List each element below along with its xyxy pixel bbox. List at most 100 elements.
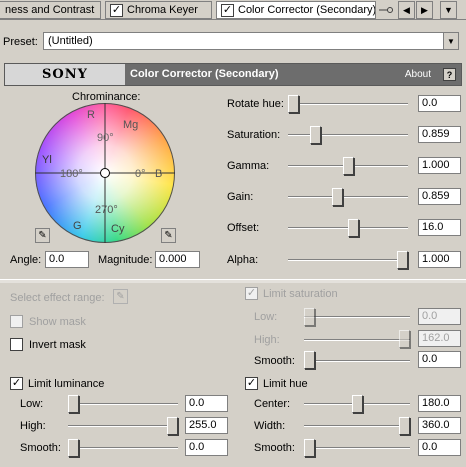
tab-enable-checkbox[interactable]: ✓ xyxy=(110,3,123,17)
offset-label: Offset: xyxy=(227,222,260,234)
sat-high-label: High: xyxy=(254,334,280,346)
limit-hue-option[interactable]: ✓ Limit hue xyxy=(245,377,308,390)
rotate-hue-input[interactable]: 0.0 xyxy=(418,95,461,112)
magnitude-input[interactable]: 0.000 xyxy=(155,251,200,268)
alpha-slider[interactable] xyxy=(397,251,408,269)
help-icon[interactable]: ? xyxy=(443,68,456,81)
lum-high-slider[interactable] xyxy=(167,417,178,435)
hue-smooth-slider[interactable] xyxy=(304,439,315,457)
effect-range-label: Select effect range: xyxy=(10,292,105,304)
limit-luminance-option[interactable]: ✓ Limit luminance xyxy=(10,377,104,390)
eyedropper-icon[interactable]: ✎ xyxy=(161,228,176,243)
lum-high-label: High: xyxy=(20,420,46,432)
limit-hue-label: Limit hue xyxy=(263,377,308,390)
hue-smooth-label: Smooth: xyxy=(254,442,295,454)
section-divider xyxy=(0,279,466,283)
gain-label: Gain: xyxy=(227,191,254,203)
offset-slider[interactable] xyxy=(347,219,359,237)
wheel-mark-g: G xyxy=(73,220,82,232)
sony-logo: SONY xyxy=(5,64,125,85)
gain-slider[interactable] xyxy=(331,188,343,206)
show-mask-label: Show mask xyxy=(29,315,86,328)
wheel-mark-0: 0° xyxy=(135,168,146,180)
sat-low-input[interactable]: 0.0 xyxy=(418,308,461,325)
saturation-track xyxy=(288,134,408,136)
gain-input[interactable]: 0.859 xyxy=(418,188,461,205)
saturation-label: Saturation: xyxy=(227,129,281,141)
left-arrow-icon: ◀ xyxy=(403,4,410,15)
sat-low-slider[interactable] xyxy=(304,308,315,326)
sat-low-track xyxy=(304,316,410,318)
hue-smooth-track xyxy=(304,447,410,449)
rotate-hue-track xyxy=(288,103,408,105)
gamma-slider[interactable] xyxy=(342,157,354,175)
alpha-label: Alpha: xyxy=(227,254,259,266)
wheel-mark-r: R xyxy=(87,109,95,121)
tab-chroma-keyer[interactable]: ✓ Chroma Keyer xyxy=(105,1,212,19)
saturation-input[interactable]: 0.859 xyxy=(418,126,461,143)
gain-track xyxy=(288,196,408,198)
alpha-input[interactable]: 1.000 xyxy=(418,251,461,268)
hue-center-label: Center: xyxy=(254,398,291,410)
show-mask-option[interactable]: Show mask xyxy=(10,315,86,328)
lum-low-slider[interactable] xyxy=(68,395,79,413)
chevron-down-icon: ▼ xyxy=(444,5,453,15)
effect-range-eyedropper-icon[interactable]: ✎ xyxy=(113,289,128,304)
show-mask-checkbox[interactable] xyxy=(10,315,23,328)
lum-low-label: Low: xyxy=(20,398,44,410)
rotate-hue-slider[interactable] xyxy=(288,95,299,113)
wheel-mark-180: 180° xyxy=(60,168,83,180)
sat-smooth-track xyxy=(304,360,410,362)
limit-luminance-checkbox[interactable]: ✓ xyxy=(10,377,23,390)
saturation-slider[interactable] xyxy=(309,126,321,144)
tab-color-corrector-secondary[interactable]: ✓ Color Corrector (Secondary) xyxy=(216,1,376,19)
hue-smooth-input[interactable]: 0.0 xyxy=(418,439,461,456)
gamma-label: Gamma: xyxy=(227,160,270,172)
wheel-mark-mg: Mg xyxy=(123,119,139,131)
invert-mask-option[interactable]: Invert mask xyxy=(10,338,86,351)
sat-smooth-input[interactable]: 0.0 xyxy=(418,351,461,368)
angle-input[interactable]: 0.0 xyxy=(45,251,89,268)
preset-label: Preset: xyxy=(3,36,38,48)
limit-saturation-option[interactable]: ✓ Limit saturation xyxy=(245,287,338,300)
limit-hue-checkbox[interactable]: ✓ xyxy=(245,377,258,390)
lum-low-track xyxy=(68,403,178,405)
tab-prev-button[interactable]: ◀ xyxy=(398,1,415,19)
chrominance-wheel[interactable]: R Mg 90° B 0° 180° Yl 270° G Cy xyxy=(35,103,175,243)
sat-high-input[interactable]: 162.0 xyxy=(418,330,461,347)
alpha-track xyxy=(288,259,408,261)
tab-label: Color Corrector (Secondary) xyxy=(238,4,376,16)
tab-enable-checkbox[interactable]: ✓ xyxy=(221,3,234,17)
gamma-input[interactable]: 1.000 xyxy=(418,157,461,174)
wheel-mark-90: 90° xyxy=(97,132,114,144)
effect-tab-bar: ness and Contrast ✓ Chroma Keyer ✓ Color… xyxy=(0,0,466,20)
wheel-mark-270: 270° xyxy=(95,204,118,216)
tab-menu-button[interactable]: ▼ xyxy=(440,1,457,19)
limit-saturation-checkbox[interactable]: ✓ xyxy=(245,287,258,300)
chevron-down-icon[interactable]: ▼ xyxy=(443,33,458,49)
angle-label: Angle: xyxy=(10,254,42,266)
preset-dropdown[interactable]: (Untitled) ▼ xyxy=(43,32,459,50)
sat-low-label: Low: xyxy=(254,311,278,323)
about-link[interactable]: About xyxy=(405,69,431,80)
invert-mask-checkbox[interactable] xyxy=(10,338,23,351)
lum-high-input[interactable]: 255.0 xyxy=(185,417,228,434)
sat-smooth-slider[interactable] xyxy=(304,351,315,369)
eyedropper-icon[interactable]: ✎ xyxy=(35,228,50,243)
plugin-title: Color Corrector (Secondary) xyxy=(130,68,279,80)
lum-smooth-slider[interactable] xyxy=(68,439,79,457)
hue-width-input[interactable]: 360.0 xyxy=(418,417,461,434)
sat-high-slider[interactable] xyxy=(399,330,410,348)
lum-smooth-track xyxy=(68,447,178,449)
wheel-crosshair xyxy=(35,103,175,243)
lum-smooth-input[interactable]: 0.0 xyxy=(185,439,228,456)
offset-input[interactable]: 16.0 xyxy=(418,219,461,236)
hue-center-slider[interactable] xyxy=(351,395,363,413)
hue-width-slider[interactable] xyxy=(399,417,410,435)
chain-connector-icon xyxy=(379,5,393,15)
lum-low-input[interactable]: 0.0 xyxy=(185,395,228,412)
tab-next-button[interactable]: ▶ xyxy=(416,1,433,19)
lum-high-track xyxy=(68,425,178,427)
tab-brightness-contrast[interactable]: ness and Contrast xyxy=(0,1,101,19)
hue-center-input[interactable]: 180.0 xyxy=(418,395,461,412)
